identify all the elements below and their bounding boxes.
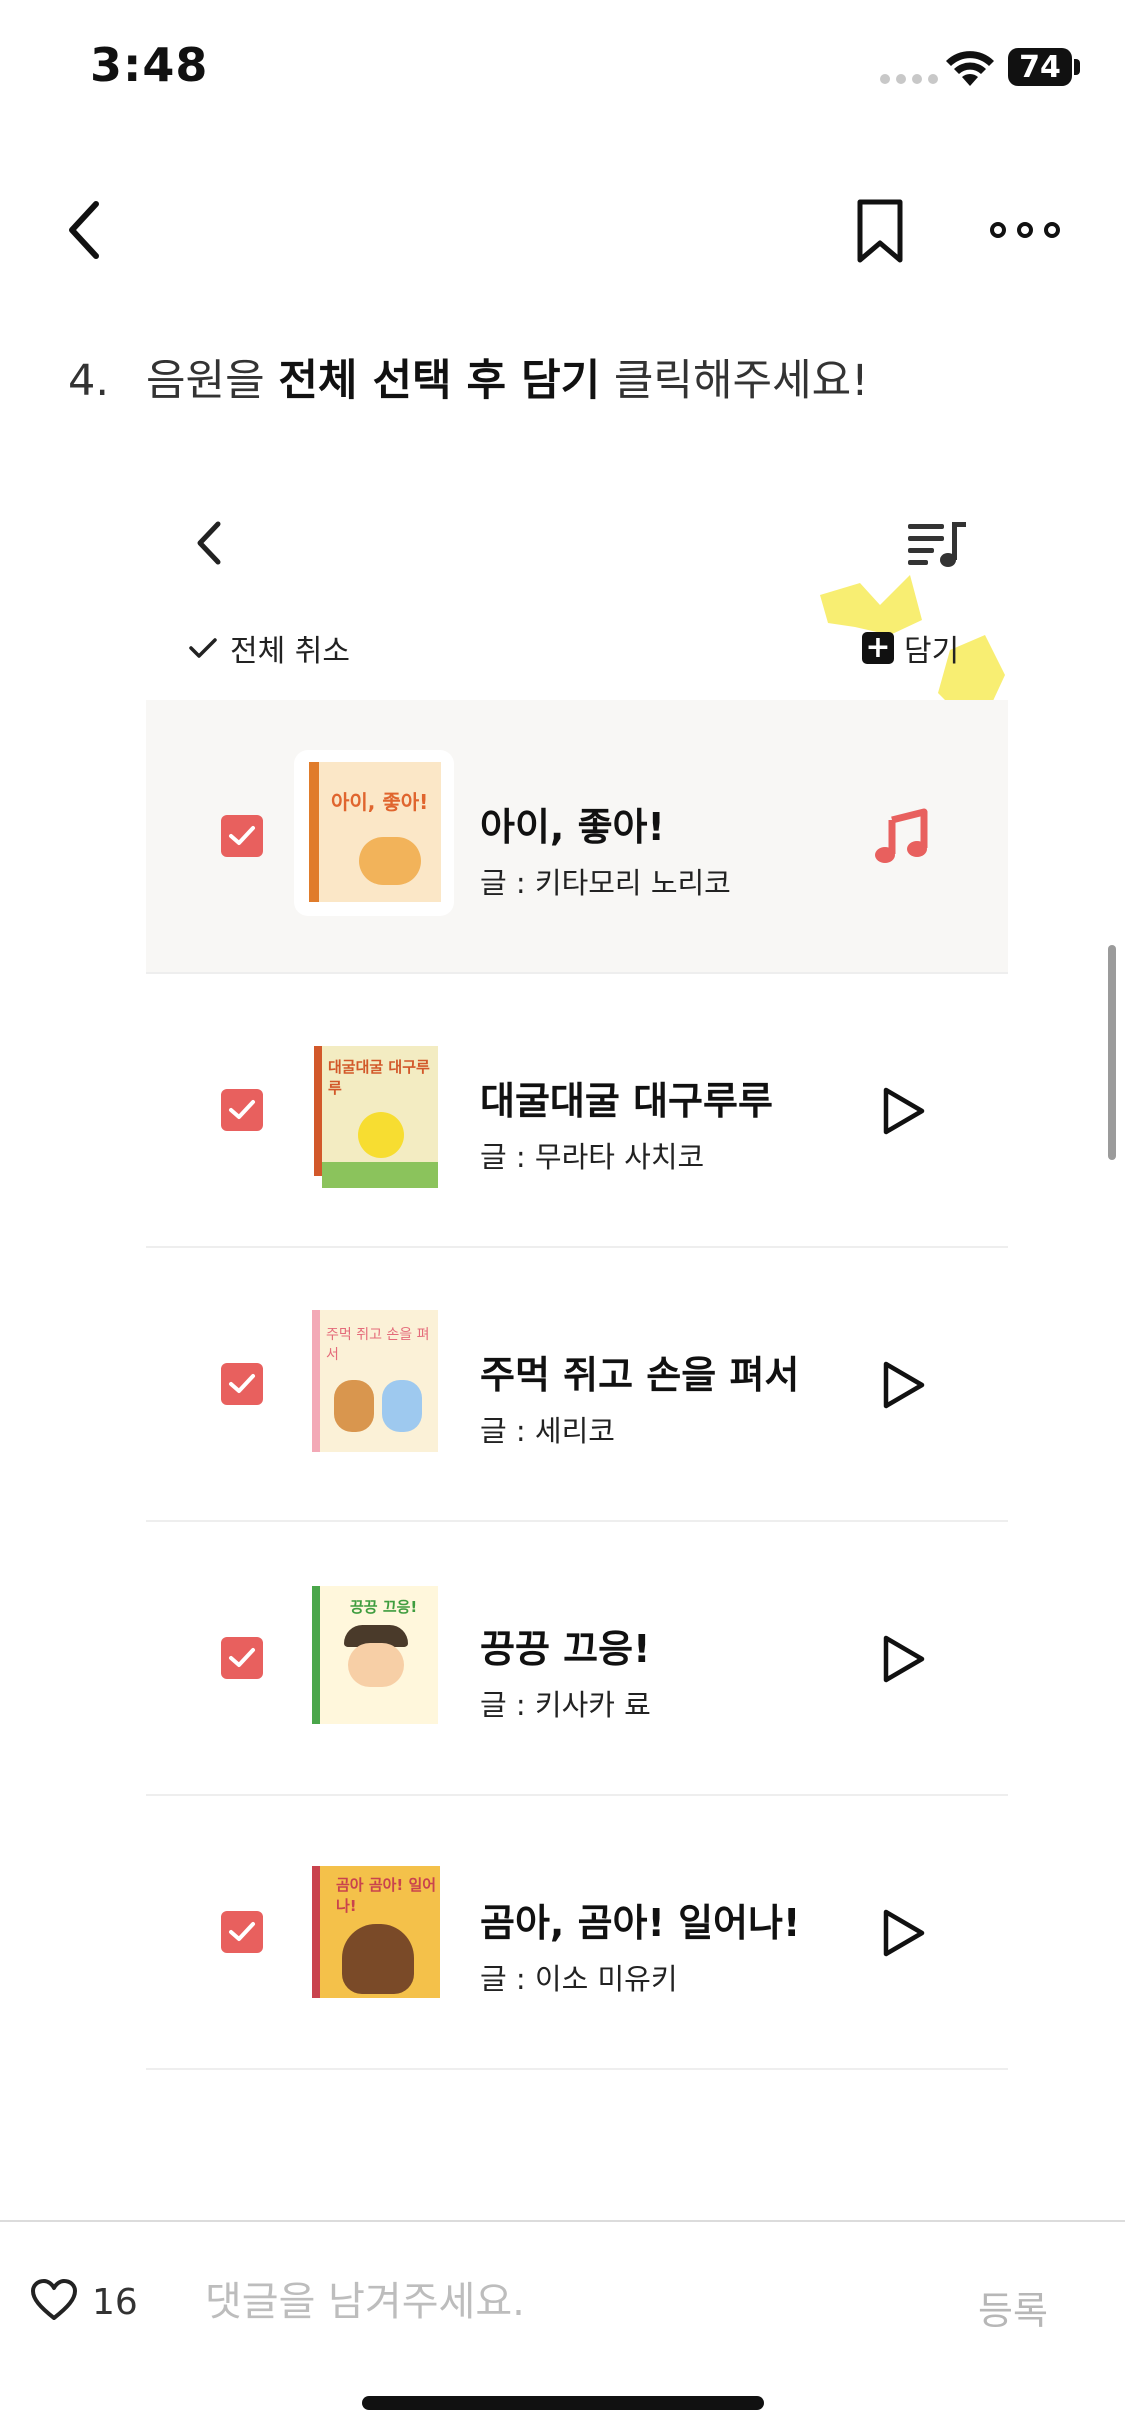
cover-title: 대굴대굴 대구루루 [328,1058,430,1097]
track-checkbox [221,1363,263,1405]
book-cover: 아이, 좋아! [309,762,441,902]
scrollbar[interactable] [1108,945,1116,1160]
instruction-text-after: 클릭해주세요! [600,356,869,406]
instruction-step: 4. 음원을 전체 선택 후 담기 클릭해주세요! [68,346,868,408]
play-icon [883,1361,925,1409]
cover-title: 곰아 곰아! 일어나! [336,1876,437,1915]
cover-illustration [359,837,421,885]
select-all-label: 전체 취소 [230,634,350,669]
instruction-text-before: 음원을 [146,356,279,406]
track-title: 주먹 쥐고 손을 펴서 [480,1353,800,1397]
submit-comment-button[interactable]: 등록 [978,2280,1048,2335]
cover-title: 끙끙 끄응! [350,1598,418,1616]
track-row: 아이, 좋아! 아이, 좋아! 글 : 키타모리 노리코 [146,700,1008,974]
track-author: 글 : 이소 미유키 [480,1962,678,1996]
track-title: 곰아, 곰아! 일어나! [480,1901,801,1945]
cover-bear [342,1924,414,1994]
track-author: 글 : 세리코 [480,1414,615,1448]
track-checkbox [221,1089,263,1131]
playlist-icon [908,522,966,567]
step-number: 4. [68,356,110,406]
track-row: 주먹 쥐고 손을 펴서 주먹 쥐고 손을 펴서 글 : 세리코 [146,1248,1008,1522]
track-title: 대굴대굴 대구루루 [480,1079,773,1123]
like-count: 16 [92,2282,138,2323]
instruction-text-bold: 전체 선택 후 담기 [278,356,601,406]
wifi-icon [946,51,994,86]
status-time: 3:48 [90,38,209,92]
cellular-signal-icon [880,74,938,84]
play-icon [883,1087,925,1135]
plus-icon: + [862,632,894,664]
bookmark-button[interactable] [855,198,905,264]
cover-illustration [358,1112,404,1158]
track-title: 끙끙 끄응! [480,1627,651,1671]
track-author: 글 : 키사카 료 [480,1688,651,1722]
home-indicator [362,2396,764,2410]
back-button[interactable] [60,198,112,262]
track-row: 대굴대굴 대구루루 대굴대굴 대구루루 글 : 무라타 사치코 [146,974,1008,1248]
cover-grass [322,1162,438,1188]
play-icon [883,1909,925,1957]
cover-title: 주먹 쥐고 손을 펴서 [326,1327,430,1363]
book-cover: 곰아 곰아! 일어나! [312,1866,440,1998]
checkmark-icon [189,638,217,658]
heart-icon[interactable] [30,2278,78,2322]
track-row: 끙끙 끄응! 끙끙 끄응! 글 : 키사카 료 [146,1522,1008,1796]
music-note-icon [875,808,928,863]
track-checkbox [221,1911,263,1953]
cover-bunny [382,1380,422,1432]
add-label: 담기 [904,634,960,669]
select-all-toggle: 전체 취소 [188,626,350,670]
bottom-divider [0,2220,1125,2222]
track-title: 아이, 좋아! [480,805,665,849]
battery-indicator: 74 [1008,48,1072,86]
track-author: 글 : 키타모리 노리코 [480,866,731,900]
track-row: 곰아 곰아! 일어나! 곰아, 곰아! 일어나! 글 : 이소 미유키 [146,1796,1008,2070]
embedded-back-icon [197,521,221,565]
more-options-button[interactable] [990,215,1060,245]
track-checkbox [221,815,263,857]
track-checkbox [221,1637,263,1679]
track-author: 글 : 무라타 사치코 [480,1140,705,1174]
battery-cap [1074,59,1080,75]
cover-bear [334,1380,374,1432]
add-to-playlist-button: + 담기 [862,626,959,670]
book-cover: 주먹 쥐고 손을 펴서 [312,1310,438,1452]
comment-input[interactable] [205,2272,885,2332]
cover-title: 아이, 좋아! [331,790,429,814]
book-cover: 대굴대굴 대구루루 [314,1046,438,1188]
play-icon [883,1635,925,1683]
cover-child-face [348,1643,404,1687]
book-cover: 끙끙 끄응! [312,1586,438,1724]
